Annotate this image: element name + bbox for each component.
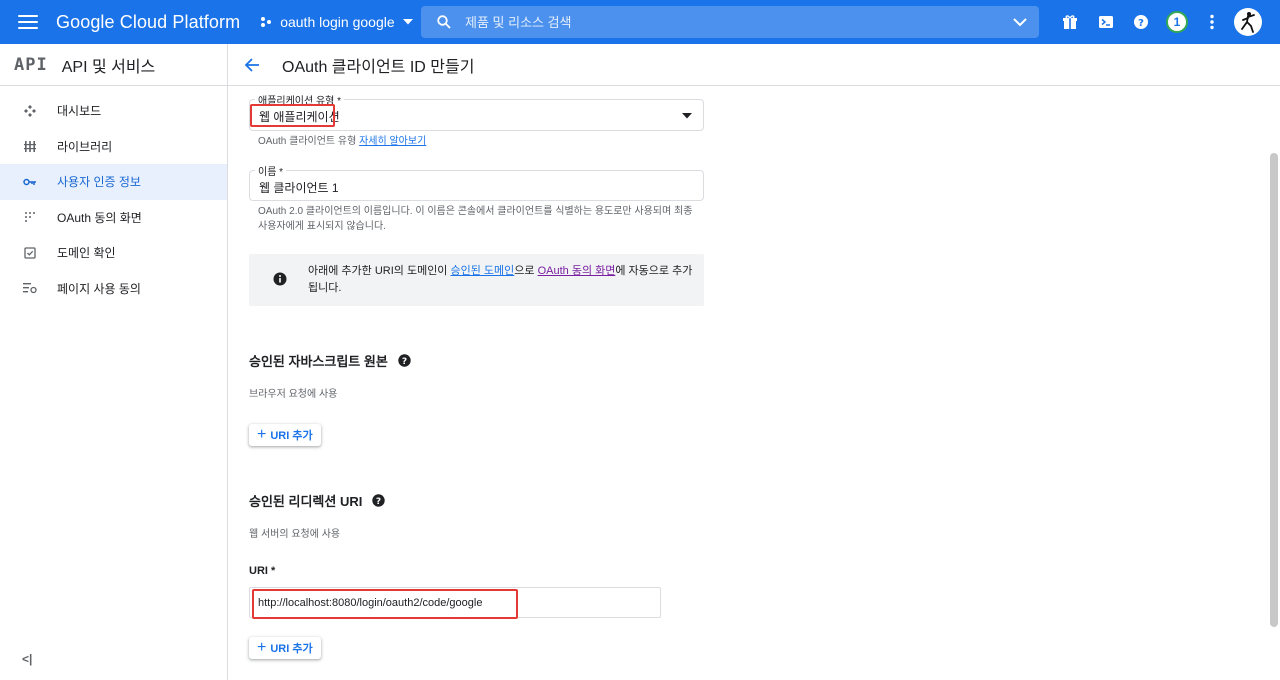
back-arrow-icon[interactable] [244,57,260,73]
sidebar-item-credentials[interactable]: 사용자 인증 정보 [0,164,227,200]
add-redirect-uri-button[interactable]: + URI 추가 [249,637,321,659]
more-vert-icon[interactable] [1200,10,1224,34]
button-label: URI 추가 [270,430,313,442]
redirect-uris-title: 승인된 리디렉션 URI ? [249,491,386,510]
sidebar-item-label: 대시보드 [57,104,102,119]
collapse-sidebar-button[interactable]: <| [22,652,32,666]
hint-text: OAuth 클라이언트 유형 [258,136,357,147]
sidebar: API API 및 서비스 대시보드 라이브러리 사용자 인증 정보 OAuth… [0,44,228,680]
plus-icon: + [257,426,267,443]
sidebar-item-label: OAuth 동의 화면 [57,210,142,225]
sidebar-title: API 및 서비스 [61,58,156,76]
info-text-part: 아래에 추가한 URI의 도메인이 [308,265,451,277]
gift-icon[interactable] [1058,10,1082,34]
sidebar-item-library[interactable]: 라이브러리 [0,129,227,165]
name-field[interactable]: 웹 클라이언트 1 [249,170,704,201]
name-label: 이름 * [255,163,287,178]
api-logo: API [14,54,48,75]
search-expand-icon[interactable] [1013,14,1027,30]
avatar[interactable] [1234,8,1262,36]
section-title-text: 승인된 자바스크립트 원본 [249,354,388,369]
oauth-consent-link[interactable]: OAuth 동의 화면 [538,265,616,277]
highlight-box [252,589,518,619]
project-selector[interactable]: oauth login google [260,14,420,30]
sidebar-item-label: 도메인 확인 [57,246,116,261]
brand-title[interactable]: Google Cloud Platform [56,12,240,33]
checkbox-icon [20,247,40,259]
authorized-domain-link[interactable]: 승인된 도메인 [451,265,515,277]
cloud-shell-icon[interactable] [1094,10,1118,34]
sidebar-item-page-usage-agreement[interactable]: 페이지 사용 동의 [0,271,227,307]
page-header: OAuth 클라이언트 ID 만들기 [228,44,1280,86]
menu-icon[interactable] [16,10,40,34]
search-input[interactable] [465,14,985,30]
help-icon[interactable]: ? [398,354,411,367]
jumpman-logo-icon [1241,12,1255,33]
svg-text:?: ? [402,357,407,367]
info-text: 아래에 추가한 URI의 도메인이 승인된 도메인으로 OAuth 동의 화면에… [308,263,698,297]
name-hint: OAuth 2.0 클라이언트의 이름입니다. 이 이름은 콘솔에서 클라이언트… [258,206,693,232]
sidebar-item-domain-verification[interactable]: 도메인 확인 [0,235,227,271]
sidebar-item-label: 라이브러리 [57,139,113,154]
main-content: 웹 애플리케이션 애플리케이션 유형 * OAuth 클라이언트 유형 자세히 … [228,87,1268,680]
library-icon [20,140,40,153]
js-origins-title: 승인된 자바스크립트 원본 ? [249,351,411,370]
add-js-origin-uri-button[interactable]: + URI 추가 [249,424,321,446]
uri-label: URI * [249,565,276,577]
plus-icon: + [257,639,267,656]
svg-text:?: ? [1138,18,1144,29]
name-value: 웹 클라이언트 1 [259,181,339,195]
scrollbar[interactable] [1270,153,1278,627]
app-type-hint: OAuth 클라이언트 유형 자세히 알아보기 [258,134,426,149]
highlight-box [250,104,335,127]
search-bar[interactable] [421,6,1039,38]
sidebar-item-dashboard[interactable]: 대시보드 [0,93,227,129]
info-text-part: 으로 [514,265,538,277]
redirect-uris-subtitle: 웹 서버의 요청에 사용 [249,529,341,540]
learn-more-link[interactable]: 자세히 알아보기 [359,136,426,147]
notification-badge[interactable]: 1 [1166,11,1188,33]
consent-icon [20,211,40,223]
sidebar-item-label: 페이지 사용 동의 [57,281,141,296]
sidebar-nav: 대시보드 라이브러리 사용자 인증 정보 OAuth 동의 화면 도메인 확인 [0,93,227,306]
section-title-text: 승인된 리디렉션 URI [249,494,363,509]
help-icon[interactable]: ? [1129,10,1153,34]
button-label: URI 추가 [270,643,313,655]
chevron-down-icon [402,19,413,25]
svg-text:?: ? [376,497,381,507]
help-icon[interactable]: ? [372,494,386,507]
project-dots-icon [261,17,272,27]
key-icon [20,178,40,186]
sidebar-item-label: 사용자 인증 정보 [57,175,141,190]
sidebar-header: API API 및 서비스 [0,44,227,86]
project-name: oauth login google [280,14,395,30]
dropdown-arrow-icon [682,113,692,119]
js-origins-subtitle: 브라우저 요청에 사용 [249,389,338,400]
info-icon [273,272,287,291]
page-title: OAuth 클라이언트 ID 만들기 [282,58,475,76]
sidebar-item-oauth-consent[interactable]: OAuth 동의 화면 [0,200,227,236]
info-box: 아래에 추가한 URI의 도메인이 승인된 도메인으로 OAuth 동의 화면에… [249,254,704,306]
settings-list-icon [20,282,40,294]
dashboard-icon [20,104,40,118]
search-icon [437,15,451,29]
